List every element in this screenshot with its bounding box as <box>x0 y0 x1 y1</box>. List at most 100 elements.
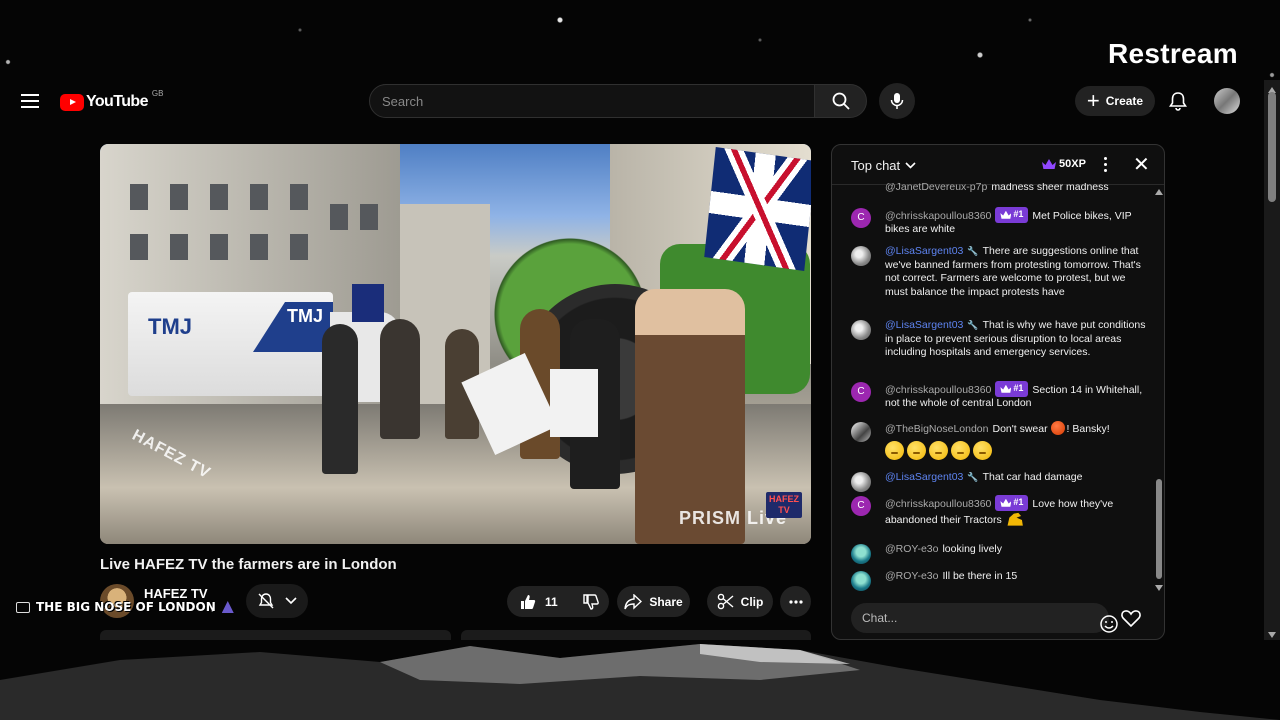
channel-name[interactable]: HAFEZ TV <box>144 586 208 601</box>
mic-icon <box>890 93 904 109</box>
chat-text: looking lively <box>942 543 1002 555</box>
create-button[interactable]: + Create <box>1075 86 1155 116</box>
chat-author[interactable]: @TheBigNoseLondon <box>885 423 988 435</box>
more-actions-button[interactable] <box>780 586 811 617</box>
video-scene-sign <box>550 369 598 437</box>
chat-avatar[interactable] <box>851 472 871 492</box>
chat-author[interactable]: @ROY-e3o <box>885 543 938 555</box>
chat-mode-selector[interactable]: Top chat <box>851 158 916 173</box>
crown-icon <box>1000 210 1012 219</box>
angry-emoji-icon <box>1050 421 1065 435</box>
chat-message: @JanetDevereux-p7p madness sheer madness <box>851 183 1151 195</box>
van-text-2: TMJ <box>287 306 323 326</box>
video-scene-person <box>322 324 358 474</box>
share-label: Share <box>649 594 683 609</box>
chat-scrollbar[interactable] <box>1154 189 1164 591</box>
menu-icon[interactable] <box>21 94 39 108</box>
chat-message: @TheBigNoseLondon Don't swear ! Bansky! <box>851 421 1151 460</box>
tv-icon <box>16 601 30 613</box>
share-button[interactable]: Share <box>617 586 690 617</box>
chat-message: @ROY-e3o Ill be there in 15 <box>851 570 1151 591</box>
van-text: TMJ <box>148 314 192 339</box>
chat-author[interactable]: @JanetDevereux-p7p <box>885 183 987 193</box>
youtube-logo[interactable]: YouTube GB <box>60 89 163 111</box>
emoji-picker-icon[interactable] <box>1099 614 1119 634</box>
chat-author[interactable]: @ROY-e3o <box>885 570 938 582</box>
chat-text: Don't swear <box>992 423 1048 435</box>
chat-avatar[interactable] <box>851 571 871 591</box>
youtube-masthead: YouTube GB + Create <box>0 80 1264 122</box>
chat-author[interactable]: @chrisskapoullou8360 <box>885 498 991 510</box>
voice-search-button[interactable] <box>879 83 915 119</box>
flexed-biceps-emoji-icon <box>1007 512 1023 526</box>
chat-input-box <box>851 603 1118 633</box>
video-scene-placard <box>352 284 384 322</box>
moderator-wrench-icon: 🔧 <box>967 246 979 256</box>
chat-author[interactable]: @LisaSargent03 <box>885 319 963 331</box>
chat-text: Ill be there in 15 <box>942 570 1018 582</box>
chat-avatar[interactable]: C <box>851 382 871 402</box>
scissors-icon <box>717 593 734 610</box>
chat-author[interactable]: @LisaSargent03 <box>885 471 963 483</box>
chat-avatar[interactable] <box>851 246 871 266</box>
bell-icon[interactable] <box>1167 90 1189 112</box>
chat-input-row <box>832 597 1164 639</box>
chat-avatar[interactable] <box>851 320 871 340</box>
xp-badge[interactable]: 50XP <box>1042 158 1086 170</box>
scroll-up-arrow-icon[interactable] <box>1155 189 1163 195</box>
scroll-down-arrow-icon[interactable] <box>1268 632 1276 638</box>
account-avatar[interactable] <box>1214 88 1240 114</box>
overlay-banner-text: THE BIG NOSE OF LONDON <box>36 600 216 614</box>
live-chat-panel: Top chat 50XP ✕ @JanetDevereux-p7p madnes… <box>831 144 1165 640</box>
shushing-emoji-icon <box>885 440 904 460</box>
chat-text-2: ! Bansky! <box>1066 423 1110 435</box>
page-scrollbar[interactable] <box>1264 80 1280 640</box>
chat-message-list[interactable]: @JanetDevereux-p7p madness sheer madness … <box>832 183 1152 591</box>
search-icon <box>832 92 850 110</box>
chat-author[interactable]: @LisaSargent03 <box>885 245 963 257</box>
shushing-emoji-icon <box>929 440 948 460</box>
screen: Restream YouTube GB + Create <box>0 0 1280 720</box>
chat-message: C @chrisskapoullou8360 #1 Met Police bikes… <box>851 207 1151 237</box>
chat-avatar[interactable]: C <box>851 496 871 516</box>
chat-message: C @chrisskapoullou8360 #1 Love how they've… <box>851 495 1151 528</box>
video-title: Live HAFEZ TV the farmers are in London <box>100 556 397 573</box>
notification-settings-button[interactable] <box>246 584 308 618</box>
crown-icon <box>1000 498 1012 507</box>
chevron-down-icon <box>285 597 297 605</box>
chat-avatar[interactable]: C <box>851 208 871 228</box>
chat-avatar[interactable] <box>851 422 871 442</box>
chat-header: Top chat 50XP ✕ <box>832 145 1164 185</box>
dislike-button[interactable] <box>570 586 612 617</box>
like-count: 11 <box>545 594 558 609</box>
description-area <box>100 630 811 640</box>
youtube-play-icon <box>60 93 84 111</box>
top-supporter-badge: #1 <box>995 495 1029 511</box>
search-input[interactable] <box>370 85 814 117</box>
clip-button[interactable]: Clip <box>707 586 773 617</box>
video-player[interactable]: TMJ TMJ HAFEZ TV PRISM Live HAFEZ TV <box>100 144 811 544</box>
shushing-emoji-icon <box>973 440 992 460</box>
chat-message: C @chrisskapoullou8360 #1 Section 14 in Wh… <box>851 381 1151 411</box>
chat-avatar[interactable] <box>851 544 871 564</box>
plus-icon: + <box>1086 88 1100 113</box>
chat-author[interactable]: @chrisskapoullou8360 <box>885 210 991 222</box>
scroll-thumb[interactable] <box>1268 92 1276 202</box>
bell-off-icon <box>258 593 274 609</box>
chat-author[interactable]: @chrisskapoullou8360 <box>885 384 991 396</box>
chat-message: @LisaSargent03 🔧 That is why we have put c… <box>851 319 1151 360</box>
restream-brand: Restream <box>1107 38 1238 69</box>
more-vertical-icon[interactable] <box>1104 157 1107 172</box>
video-scene-union-flag <box>704 146 811 272</box>
moderator-wrench-icon: 🔧 <box>967 472 979 482</box>
heart-icon[interactable] <box>1120 607 1142 629</box>
search-button[interactable] <box>814 84 867 118</box>
chat-input[interactable] <box>851 603 1051 633</box>
chat-scroll-thumb[interactable] <box>1156 479 1162 579</box>
chat-message: @ROY-e3o looking lively <box>851 543 1151 564</box>
close-icon[interactable]: ✕ <box>1133 155 1150 175</box>
crown-icon <box>1000 384 1012 393</box>
scroll-down-arrow-icon[interactable] <box>1155 585 1163 591</box>
like-button[interactable]: 11 <box>507 586 570 617</box>
channel-row: HAFEZ TV rs THE BIG NOSE OF LONDON 11 Sh… <box>16 582 820 622</box>
